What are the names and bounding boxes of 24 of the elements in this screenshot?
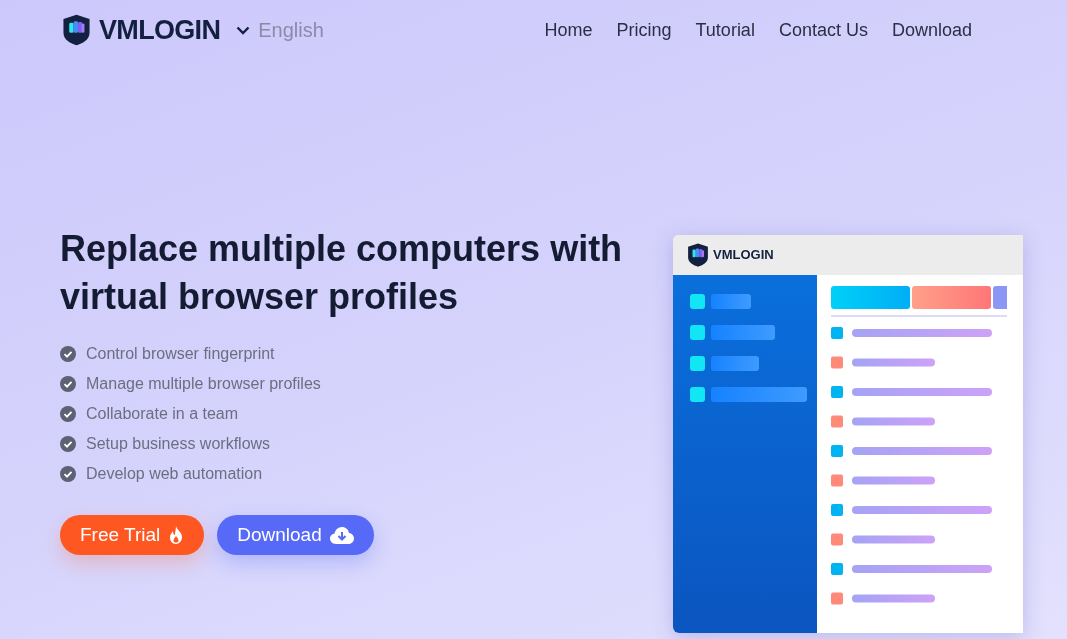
preview-brand-name: VMLOGIN: [713, 246, 774, 265]
feature-text: Develop web automation: [86, 465, 263, 483]
feature-text: Manage multiple browser profiles: [86, 375, 321, 393]
feature-text: Setup business workflows: [86, 435, 271, 453]
check-circle-icon: [60, 406, 76, 422]
brand-name: VMLOGIN: [99, 13, 221, 47]
flame-icon: [168, 526, 185, 544]
feature-text: Collaborate in a team: [86, 405, 239, 423]
nav-link[interactable]: Home: [544, 16, 593, 44]
preview-logo-icon: [687, 242, 709, 268]
nav-link[interactable]: Tutorial: [695, 16, 755, 44]
chevron-down-icon: [236, 25, 251, 35]
check-circle-icon: [60, 376, 76, 392]
cloud-download-icon: [329, 526, 354, 544]
nav-link[interactable]: Pricing: [616, 16, 672, 44]
hero-title: Replace multiple computers with virtual browser profiles: [60, 227, 624, 319]
logo-icon: [62, 14, 91, 46]
check-circle-icon: [60, 466, 76, 482]
nav-link[interactable]: Download: [891, 16, 972, 44]
check-circle-icon: [60, 436, 76, 452]
feature-text: Control browser fingerprint: [86, 345, 275, 363]
download-button[interactable]: Download: [217, 515, 374, 555]
check-circle-icon: [60, 346, 76, 362]
nav-link[interactable]: Contact Us: [778, 16, 868, 44]
